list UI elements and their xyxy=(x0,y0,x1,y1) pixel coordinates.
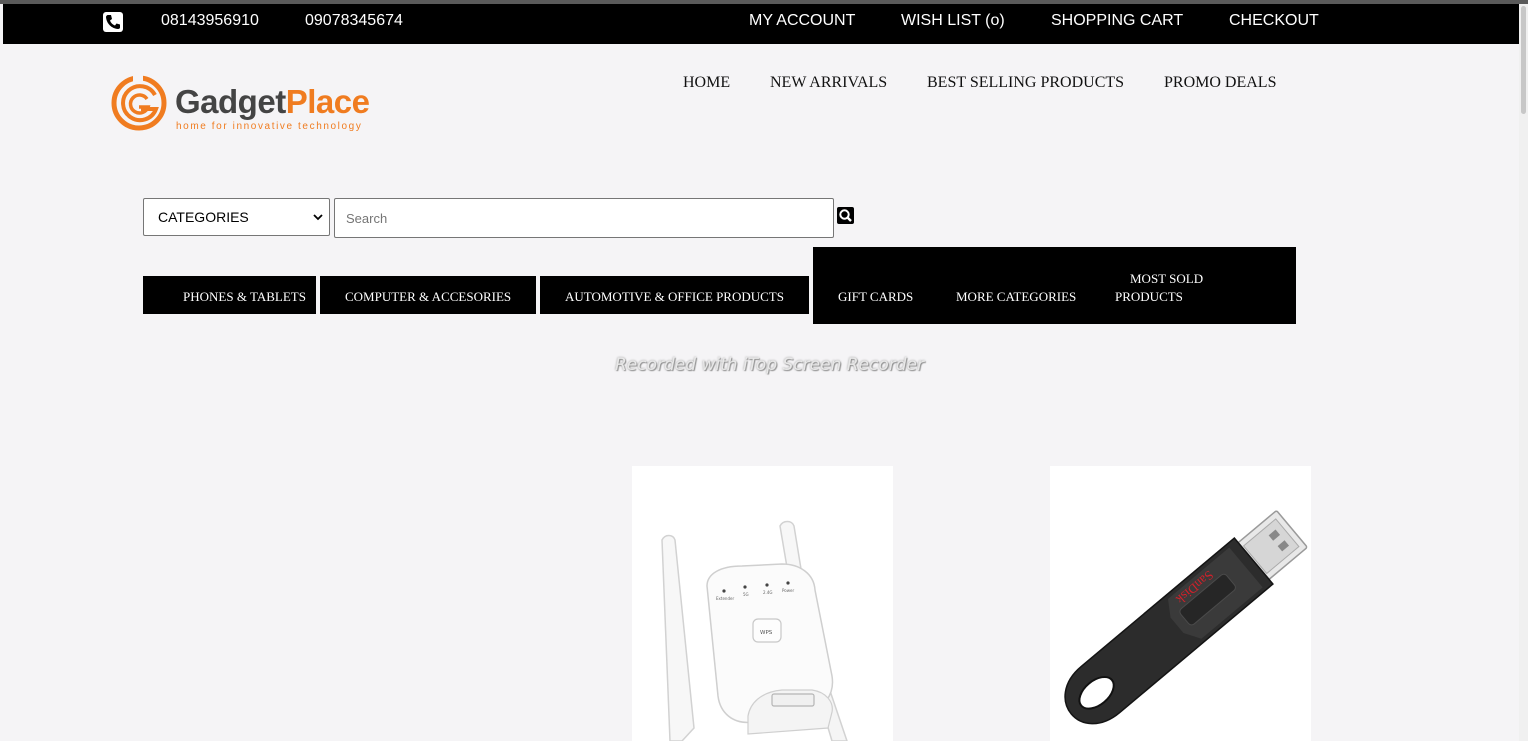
checkout-link[interactable]: CHECKOUT xyxy=(1229,12,1319,30)
category-box: GIFT CARDS MORE CATEGORIES MOST SOLD PRO… xyxy=(813,247,1296,324)
category-most-sold-products[interactable]: MOST SOLD PRODUCTS xyxy=(1115,271,1235,311)
shopping-cart-link[interactable]: SHOPPING CART xyxy=(1051,12,1183,30)
phone-number-1: 08143956910 xyxy=(161,12,259,29)
search-button[interactable] xyxy=(837,207,854,224)
led-label-extender: Extender xyxy=(716,596,734,601)
category-automotive-label: AUTOMOTIVE & OFFICE PRODUCTS xyxy=(565,289,784,304)
category-computer-label: COMPUTER & ACCESORIES xyxy=(345,289,512,304)
category-phones-tablets[interactable]: PHONES & TABLETS xyxy=(143,276,316,314)
my-account-link[interactable]: MY ACCOUNT xyxy=(749,12,855,30)
led-label-power: Power xyxy=(782,588,794,593)
logo-tagline: home for innovative technology xyxy=(176,121,363,132)
product-card-wifi-extender[interactable]: Extender 5G 2.4G Power WPS xyxy=(632,466,893,741)
category-phones-label: PHONES & TABLETS xyxy=(183,289,306,304)
logo-word-place: Place xyxy=(285,83,370,120)
wish-list-link[interactable]: WISH LIST (o) xyxy=(901,12,1005,30)
gadgetplace-logo[interactable]: GadgetPlace home for innovative technolo… xyxy=(111,72,391,136)
led-label-24g: 2.4G xyxy=(763,590,772,595)
most-sold-line-2: PRODUCTS xyxy=(1115,289,1183,304)
phone-number-2: 09078345674 xyxy=(305,12,403,29)
top-bar: 08143956910 09078345674 MY ACCOUNT WISH … xyxy=(3,4,1519,44)
nav-new-arrivals[interactable]: NEW ARRIVALS xyxy=(770,74,887,92)
search-input[interactable] xyxy=(334,198,834,238)
most-sold-line-1: MOST SOLD xyxy=(1130,271,1204,286)
category-computer-accessories[interactable]: COMPUTER & ACCESORIES xyxy=(320,276,536,314)
nav-promo-deals[interactable]: PROMO DEALS xyxy=(1164,74,1276,92)
scrollbar[interactable] xyxy=(1519,4,1528,741)
scrollbar-thumb[interactable] xyxy=(1521,6,1526,114)
led-label-5g: 5G xyxy=(743,592,749,597)
category-gift-cards[interactable]: GIFT CARDS xyxy=(838,289,913,305)
usb-drive-image: SanDisk xyxy=(1064,510,1308,725)
wps-button-label: WPS xyxy=(760,630,773,636)
logo-wordmark: GadgetPlace xyxy=(175,82,370,122)
phone-icon xyxy=(103,12,123,32)
search-icon xyxy=(839,209,852,222)
category-automotive-office[interactable]: AUTOMOTIVE & OFFICE PRODUCTS xyxy=(540,276,809,314)
chevron-down-icon xyxy=(313,214,323,221)
category-more-categories[interactable]: MORE CATEGORIES xyxy=(956,289,1076,305)
product-card-usb-drive[interactable]: SanDisk xyxy=(1050,466,1311,741)
logo-swirl-icon xyxy=(111,73,167,131)
nav-best-selling[interactable]: BEST SELLING PRODUCTS xyxy=(927,74,1124,92)
logo-word-gadget: Gadget xyxy=(175,83,286,120)
wifi-extender-image: Extender 5G 2.4G Power WPS xyxy=(661,520,848,741)
categories-select-value: CATEGORIES xyxy=(158,209,249,225)
nav-home[interactable]: HOME xyxy=(683,74,730,92)
categories-select[interactable]: CATEGORIES xyxy=(143,198,330,236)
recorder-watermark: Recorded with iTop Screen Recorder xyxy=(615,355,924,375)
